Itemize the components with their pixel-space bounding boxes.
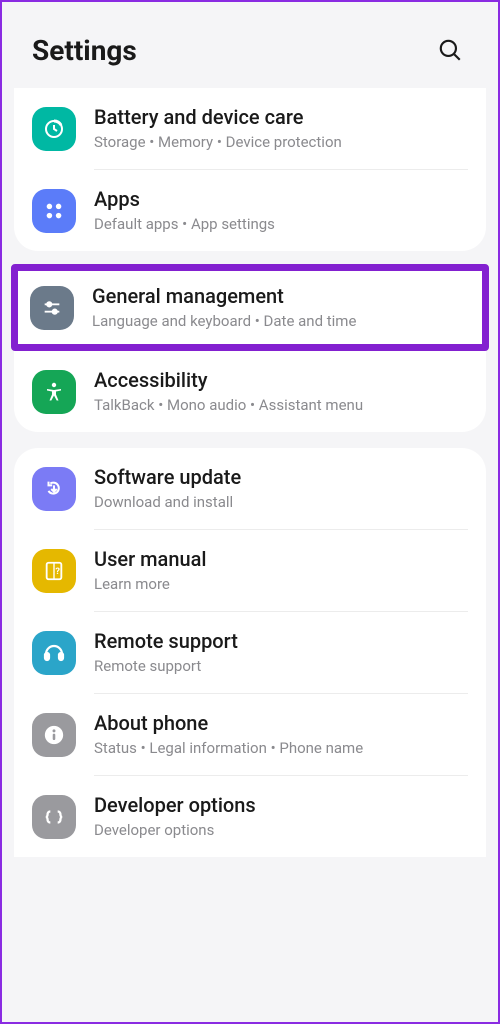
accessibility-icon xyxy=(32,370,76,414)
settings-item-about-phone[interactable]: About phone Status • Legal information •… xyxy=(14,694,486,775)
general-management-icon xyxy=(30,286,74,330)
settings-item-remote-support[interactable]: Remote support Remote support xyxy=(14,612,486,693)
row-title: Remote support xyxy=(94,628,468,654)
settings-group: Software update Download and install ? U… xyxy=(14,448,486,857)
highlighted-item: General management Language and keyboard… xyxy=(11,264,489,351)
search-button[interactable] xyxy=(432,32,468,68)
battery-care-icon xyxy=(32,107,76,151)
apps-icon xyxy=(32,189,76,233)
row-subtitle: Download and install xyxy=(94,492,468,513)
row-title: Apps xyxy=(94,186,468,212)
settings-item-software-update[interactable]: Software update Download and install xyxy=(14,448,486,529)
row-subtitle: Storage • Memory • Device protection xyxy=(94,132,468,153)
row-title: Developer options xyxy=(94,792,468,818)
row-subtitle: Language and keyboard • Date and time xyxy=(92,311,470,332)
row-title: General management xyxy=(92,283,470,309)
settings-group: General management Language and keyboard… xyxy=(2,264,498,432)
settings-item-user-manual[interactable]: ? User manual Learn more xyxy=(14,530,486,611)
page-title: Settings xyxy=(32,34,137,67)
developer-options-icon xyxy=(32,795,76,839)
row-text: General management Language and keyboard… xyxy=(92,283,470,332)
row-title: Accessibility xyxy=(94,367,468,393)
row-text: User manual Learn more xyxy=(94,546,468,595)
row-text: Developer options Developer options xyxy=(94,792,468,841)
settings-item-battery[interactable]: Battery and device care Storage • Memory… xyxy=(14,88,486,169)
row-title: Battery and device care xyxy=(94,104,468,130)
about-phone-icon xyxy=(32,713,76,757)
user-manual-icon: ? xyxy=(32,549,76,593)
row-title: About phone xyxy=(94,710,468,736)
software-update-icon xyxy=(32,467,76,511)
row-subtitle: Remote support xyxy=(94,656,468,677)
settings-group: Battery and device care Storage • Memory… xyxy=(14,88,486,251)
svg-text:?: ? xyxy=(55,566,60,576)
search-icon xyxy=(437,37,463,63)
row-text: Software update Download and install xyxy=(94,464,468,513)
row-subtitle: Status • Legal information • Phone name xyxy=(94,738,468,759)
row-subtitle: Developer options xyxy=(94,820,468,841)
settings-item-accessibility[interactable]: Accessibility TalkBack • Mono audio • As… xyxy=(14,351,486,432)
row-text: About phone Status • Legal information •… xyxy=(94,710,468,759)
settings-item-apps[interactable]: Apps Default apps • App settings xyxy=(14,170,486,251)
row-text: Apps Default apps • App settings xyxy=(94,186,468,235)
settings-item-developer-options[interactable]: Developer options Developer options xyxy=(14,776,486,857)
row-subtitle: Default apps • App settings xyxy=(94,214,468,235)
settings-item-general-management[interactable]: General management Language and keyboard… xyxy=(18,271,482,344)
row-title: Software update xyxy=(94,464,468,490)
row-text: Remote support Remote support xyxy=(94,628,468,677)
settings-group-lower: Accessibility TalkBack • Mono audio • As… xyxy=(14,351,486,432)
row-text: Battery and device care Storage • Memory… xyxy=(94,104,468,153)
remote-support-icon xyxy=(32,631,76,675)
row-text: Accessibility TalkBack • Mono audio • As… xyxy=(94,367,468,416)
settings-header: Settings xyxy=(2,2,498,88)
row-subtitle: TalkBack • Mono audio • Assistant menu xyxy=(94,395,468,416)
row-subtitle: Learn more xyxy=(94,574,468,595)
row-title: User manual xyxy=(94,546,468,572)
